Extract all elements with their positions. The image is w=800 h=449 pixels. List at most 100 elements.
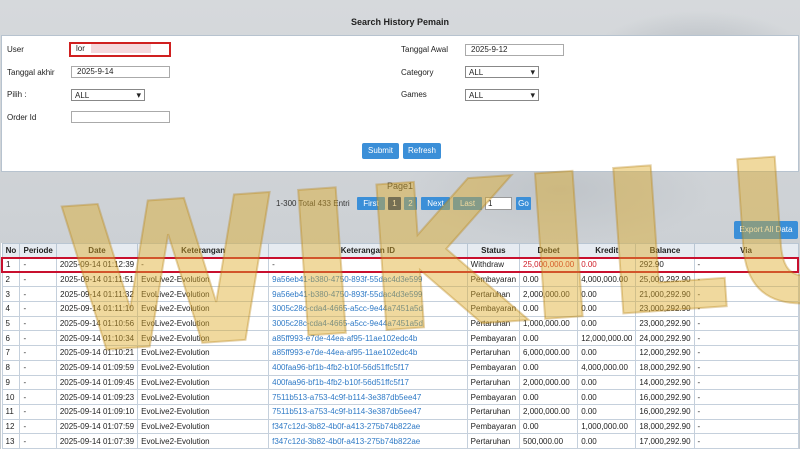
order-id-input[interactable] (71, 111, 170, 123)
category-select[interactable]: ALL (465, 66, 539, 78)
table-cell: 2,000,000.00 (519, 374, 579, 391)
table-cell[interactable]: 7511b513-a753-4c9f-b114-3e387db5ee47 (268, 403, 468, 420)
table-cell: 292.90 (635, 256, 695, 274)
table-cell: - (19, 403, 57, 420)
table-cell: 3 (1, 286, 21, 303)
pilih-label: Pilih : (7, 90, 27, 99)
page-title: Search History Pemain (350, 17, 450, 27)
table-cell: - (693, 286, 799, 303)
tanggal-awal-input[interactable]: 2025-9-12 (465, 44, 564, 56)
table-cell: 2,000,000.00 (519, 403, 579, 420)
table-cell: 2025-09-14 01:09:10 (55, 403, 139, 420)
table-cell: 2025-09-14 01:09:23 (55, 389, 139, 405)
table-cell: Pembayaran (466, 330, 521, 347)
table-cell: 4 (1, 301, 21, 317)
table-cell[interactable]: 7511b513-a753-4c9f-b114-3e387db5ee47 (268, 389, 468, 405)
games-select[interactable]: ALL (465, 89, 539, 101)
tanggal-akhir-input[interactable]: 2025-9-14 (71, 66, 170, 78)
table-cell: Pembayaran (466, 359, 521, 376)
table-cell[interactable]: f347c12d-3b82-4b0f-a413-275b74b822ae (268, 418, 468, 435)
table-cell: 25,000,000.00 (519, 256, 579, 274)
table-cell: - (19, 315, 57, 332)
table-cell: - (693, 403, 799, 420)
table-cell: 0.00 (519, 271, 579, 288)
pilih-select[interactable]: ALL (71, 89, 145, 101)
table-cell[interactable]: a85ff993-e7de-44ea-af95-11ae102edc4b (268, 345, 468, 361)
table-cell: Withdraw (466, 256, 521, 274)
table-cell: 11 (1, 403, 21, 420)
table-row: 10-2025-09-14 01:09:23 EvoLive2-Evolution… (1, 389, 799, 405)
table-cell: 25,000,292.90 (635, 271, 695, 288)
table-cell: Pertaruhan (466, 403, 521, 420)
last-page-button[interactable]: Last (453, 197, 482, 210)
table-cell: - (693, 418, 799, 435)
redacted-block (91, 44, 152, 54)
next-page-button[interactable]: Next (421, 197, 450, 210)
table-cell: 0.00 (577, 315, 637, 332)
table-cell: 6 (1, 330, 21, 347)
table-cell[interactable]: 400faa96-bf1b-4fb2-b10f-56d51ffc5f17 (268, 374, 468, 391)
table-cell: EvoLive2-Evolution (137, 433, 270, 449)
table-cell: Pembayaran (466, 418, 521, 435)
table-cell: 2025-09-14 01:11:51 (55, 271, 139, 288)
table-cell: 7 (1, 345, 21, 361)
table-cell[interactable]: 9a56eb41-b380-4750-893f-55dac4d3e599 (268, 286, 468, 303)
table-row: 1-2025-09-14 01:12:39- - Withdraw 25,000,00… (1, 256, 799, 274)
table-cell: EvoLive2-Evolution (137, 286, 270, 303)
table-cell[interactable]: 400faa96-bf1b-4fb2-b10f-56d51ffc5f17 (268, 359, 468, 376)
table-cell: 10 (1, 389, 21, 405)
table-cell: EvoLive2-Evolution (137, 359, 270, 376)
table-cell: EvoLive2-Evolution (137, 301, 270, 317)
table-cell: - (19, 374, 57, 391)
table-cell: EvoLive2-Evolution (137, 374, 270, 391)
table-row: 5-2025-09-14 01:10:56 EvoLive2-Evolution 3… (1, 315, 799, 332)
table-cell: 18,000,292.90 (635, 418, 695, 435)
table-cell: 14,000,292.90 (635, 374, 695, 391)
table-cell[interactable]: 3005c28c-cda4-4665-a5cc-9e44a7451a5d (268, 315, 468, 332)
first-page-button[interactable]: First (357, 197, 385, 210)
table-cell: - (19, 286, 57, 303)
history-table: No Periode Date Keterangan Keterangan ID Stat… (1, 243, 799, 449)
table-cell[interactable]: f347c12d-3b82-4b0f-a413-275b74b822ae (268, 433, 468, 449)
page-1-button[interactable]: 1 (388, 197, 401, 210)
table-cell: 0.00 (519, 330, 579, 347)
table-cell: 0.00 (577, 389, 637, 405)
table-cell[interactable]: 9a56eb41-b380-4750-893f-55dac4d3e599 (268, 271, 468, 288)
table-cell: Pertaruhan (466, 286, 521, 303)
table-cell: - (693, 301, 799, 317)
table-cell: - (19, 433, 57, 449)
table-cell: 2025-09-14 01:10:34 (55, 330, 139, 347)
table-cell: 0.00 (519, 389, 579, 405)
table-cell[interactable]: a85ff993-e7de-44ea-af95-11ae102edc4b (268, 330, 468, 347)
table-cell: 5 (1, 315, 21, 332)
column-header: Debet (519, 243, 579, 258)
table-row: 6-2025-09-14 01:10:34 EvoLive2-Evolution a… (1, 330, 799, 347)
table-cell: - (693, 330, 799, 347)
table-cell: 0.00 (577, 403, 637, 420)
table-body: 1-2025-09-14 01:12:39- - Withdraw 25,000,00… (1, 256, 799, 449)
table-cell[interactable]: 3005c28c-cda4-4665-a5cc-9e44a7451a5d (268, 301, 468, 317)
table-cell: - (19, 359, 57, 376)
table-cell: Pertaruhan (466, 315, 521, 332)
export-all-data-button[interactable]: Export All Data (734, 221, 798, 239)
games-label: Games (401, 90, 427, 99)
submit-button[interactable]: Submit (362, 143, 399, 159)
pilih-select-value: ALL (75, 91, 90, 100)
table-cell: - (19, 418, 57, 435)
goto-page-input[interactable]: 1 (485, 197, 512, 210)
go-button[interactable]: Go (516, 197, 531, 210)
user-input[interactable]: lor (69, 42, 171, 57)
table-cell: 9 (1, 374, 21, 391)
table-cell: Pembayaran (466, 271, 521, 288)
table-cell: 0.00 (577, 433, 637, 449)
refresh-button[interactable]: Refresh (403, 143, 441, 159)
table-cell: 18,000,292.90 (635, 359, 695, 376)
tanggal-awal-label: Tanggal Awal (401, 45, 448, 54)
table-cell: 4,000,000.00 (577, 359, 637, 376)
table-cell: - (693, 433, 799, 449)
table-cell: - (693, 359, 799, 376)
user-input-value: lor (76, 44, 85, 53)
table-cell: 21,000,292.90 (635, 286, 695, 303)
page-2-button[interactable]: 2 (404, 197, 417, 210)
table-cell: 1,000,000.00 (577, 418, 637, 435)
